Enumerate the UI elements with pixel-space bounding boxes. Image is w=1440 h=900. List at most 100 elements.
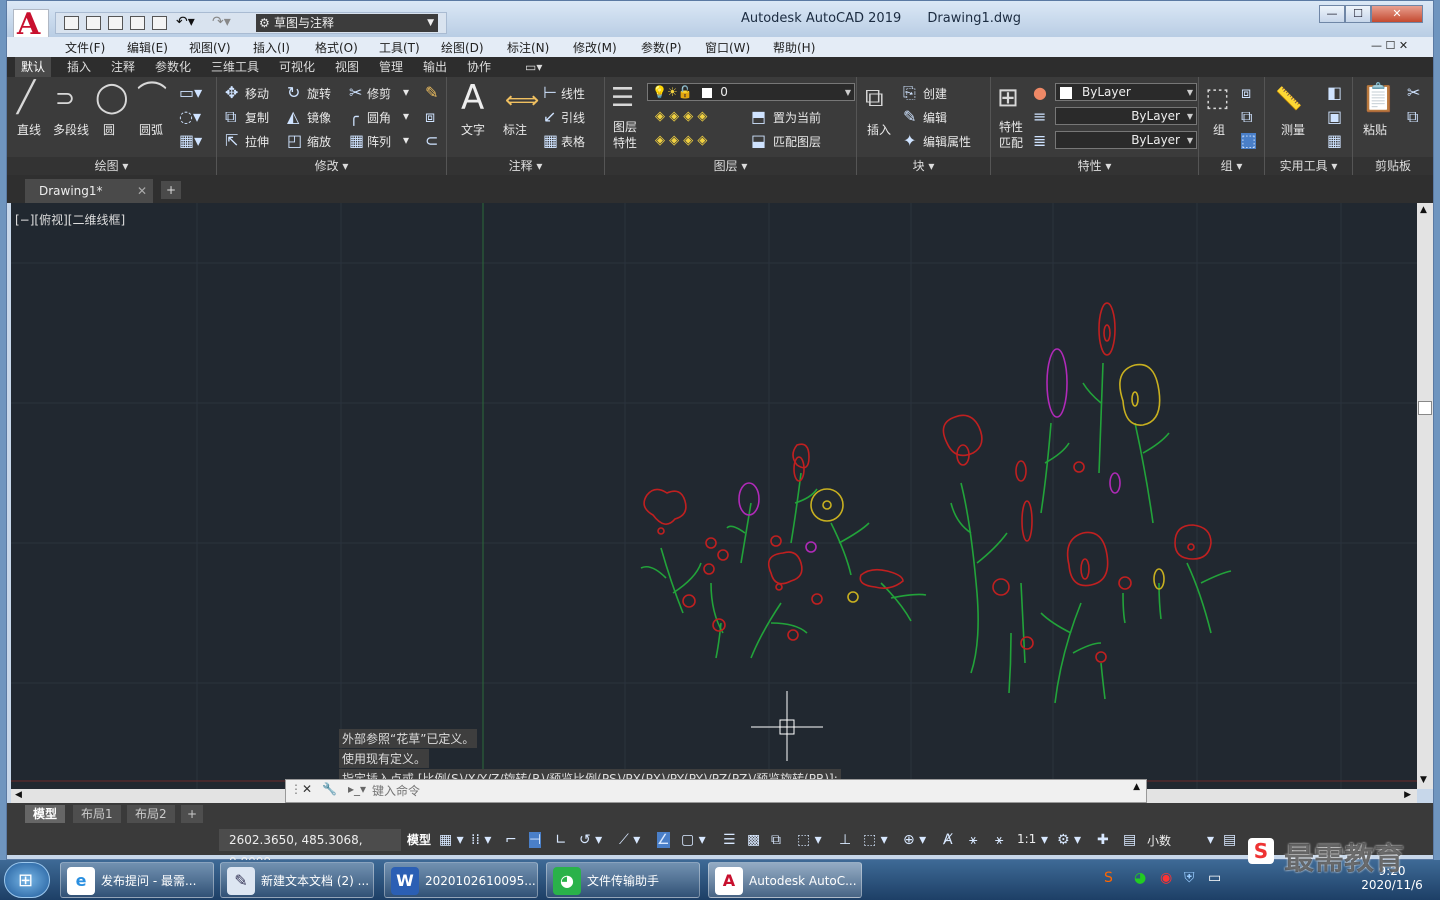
panel-draw-label[interactable]: 绘图 ▾ <box>7 157 216 175</box>
auto-scale-icon[interactable]: ⚹ <box>969 832 977 848</box>
menu-dimension[interactable]: 标注(N) <box>507 39 549 56</box>
isodraft-icon[interactable]: ⟋ ▾ <box>619 832 640 848</box>
menu-parametric[interactable]: 参数(P) <box>641 39 682 56</box>
panel-groups-label[interactable]: 组 ▾ <box>1199 157 1264 175</box>
layer-tools-2-icon[interactable]: ◈ ◈ ◈ ◈ <box>655 133 707 149</box>
command-history-toggle-icon[interactable]: ▲ <box>1133 782 1140 792</box>
paste-button[interactable]: 粘贴 <box>1363 121 1387 138</box>
trim-dropdown[interactable]: ▾ <box>403 85 409 99</box>
minimize-button[interactable]: — <box>1319 5 1345 23</box>
erase-icon[interactable]: ✎ <box>425 85 438 101</box>
document-tab[interactable]: Drawing1* ✕ <box>25 179 153 203</box>
drawing-canvas[interactable]: [−][俯视][二维线框] <box>11 203 1417 789</box>
group-select-icon[interactable]: ⬚ <box>1241 133 1257 149</box>
layout-tab-1[interactable]: 布局1 <box>73 805 121 823</box>
ungroup-icon[interactable]: ⧈ <box>1241 85 1251 101</box>
model-space-button[interactable]: 模型 <box>407 831 431 848</box>
lineweight-display-icon[interactable]: ☰ <box>723 832 736 848</box>
tray-antivirus-icon[interactable]: ◉ <box>1160 870 1172 886</box>
close-button[interactable]: ✕ <box>1371 5 1423 23</box>
linetype-dropdown[interactable]: ByLayer <box>1055 107 1197 125</box>
scroll-down-icon[interactable]: ▼ <box>1420 775 1427 785</box>
tab-insert[interactable]: 插入 <box>61 57 97 77</box>
rectangle-icon[interactable]: ▭▾ <box>179 85 202 101</box>
edit-attributes-button[interactable]: 编辑属性 <box>923 133 971 150</box>
layer-properties-button[interactable]: 图层 特性 <box>613 119 637 151</box>
dimension-button[interactable]: 标注 <box>503 121 527 138</box>
panel-properties-label[interactable]: 特性 ▾ <box>991 157 1198 175</box>
tab-visualize[interactable]: 可视化 <box>273 57 321 77</box>
copy-button[interactable]: 复制 <box>245 109 269 126</box>
save-as-icon[interactable] <box>130 16 145 30</box>
trim-button[interactable]: 修剪 <box>367 85 391 102</box>
scroll-thumb[interactable] <box>1418 401 1432 415</box>
group-edit-icon[interactable]: ⧉ <box>1241 109 1252 125</box>
scale-dropdown-icon[interactable]: ▾ <box>1041 832 1048 848</box>
select-all-icon[interactable]: ▣ <box>1327 109 1342 125</box>
set-current-button[interactable]: 置为当前 <box>773 109 821 126</box>
infer-icon[interactable]: ⌐ <box>505 832 517 848</box>
layout-tab-model[interactable]: 模型 <box>25 805 66 823</box>
match-layer-button[interactable]: 匹配图层 <box>773 133 821 150</box>
grid-icon[interactable]: ▦ ▾ <box>439 832 464 848</box>
annotation-scale-icon[interactable]: ⚹ <box>995 832 1003 848</box>
hatch-icon[interactable]: ◌▾ <box>179 109 201 125</box>
tray-sogou-icon[interactable]: S <box>1104 870 1113 886</box>
measure-button[interactable]: 测量 <box>1281 121 1305 138</box>
panel-annotation-label[interactable]: 注释 ▾ <box>447 157 604 175</box>
color-dropdown[interactable]: ByLayer <box>1055 83 1197 101</box>
tray-shield-icon[interactable]: ⛨ <box>1184 870 1195 886</box>
close-command-icon[interactable]: ✕ <box>302 782 312 796</box>
command-input[interactable] <box>372 783 972 799</box>
fillet-dropdown[interactable]: ▾ <box>403 109 409 123</box>
layout-tab-2[interactable]: 布局2 <box>127 805 175 823</box>
panel-layers-label[interactable]: 图层 ▾ <box>605 157 856 175</box>
menu-insert[interactable]: 插入(I) <box>253 39 290 56</box>
offset-icon[interactable]: ⧈ <box>425 109 435 125</box>
tab-manage[interactable]: 管理 <box>373 57 409 77</box>
boundary-icon[interactable]: ▦▾ <box>179 133 202 149</box>
taskbar-item-word[interactable]: W 2020102610095... <box>384 862 538 898</box>
text-button[interactable]: 文字 <box>461 121 485 138</box>
scroll-up-icon[interactable]: ▲ <box>1420 205 1427 215</box>
workspace-gear-icon[interactable]: ⚙ ▾ <box>1057 832 1081 848</box>
close-tab-icon[interactable]: ✕ <box>137 179 147 203</box>
snap-icon[interactable]: ⁞⁞ ▾ <box>471 832 491 848</box>
new-tab-button[interactable]: + <box>161 181 181 199</box>
tab-view[interactable]: 视图 <box>329 57 365 77</box>
viewport-controls[interactable]: [−][俯视][二维线框] <box>15 211 125 228</box>
transparency-icon[interactable]: ▩ <box>747 832 760 848</box>
fillet-button[interactable]: 圆角 <box>367 109 391 126</box>
insert-block-button[interactable]: 插入 <box>867 121 891 138</box>
object-snap-tracking-icon[interactable]: ∠ <box>657 832 670 848</box>
stretch-button[interactable]: 拉伸 <box>245 133 269 150</box>
menu-help[interactable]: 帮助(H) <box>773 39 815 56</box>
polar-icon[interactable]: ↺ ▾ <box>579 832 602 848</box>
cut-icon[interactable]: ✂ <box>1407 85 1420 101</box>
move-button[interactable]: 移动 <box>245 85 269 102</box>
maximize-button[interactable]: ☐ <box>1345 5 1371 23</box>
save-icon[interactable] <box>108 16 123 30</box>
tray-network-icon[interactable]: ▭ <box>1208 870 1221 886</box>
linear-button[interactable]: 线性 <box>561 85 585 102</box>
workspace-dropdown[interactable]: ⚙ 草图与注释 ▼ <box>256 14 438 32</box>
gizmo-icon[interactable]: ⊕ ▾ <box>903 832 926 848</box>
new-file-icon[interactable] <box>64 16 79 30</box>
annotation-monitor-icon[interactable]: ✚ <box>1097 832 1109 848</box>
doc-window-controls[interactable]: — ☐ ✕ <box>1371 39 1408 52</box>
rotate-button[interactable]: 旋转 <box>307 85 331 102</box>
menu-tools[interactable]: 工具(T) <box>379 39 420 56</box>
tab-3d-tools[interactable]: 三维工具 <box>205 57 265 77</box>
annotation-visibility-icon[interactable]: Ⱥ <box>943 832 953 848</box>
redo-icon[interactable]: ↷▾ <box>212 14 231 30</box>
tab-parametric[interactable]: 参数化 <box>149 57 197 77</box>
units-dropdown-icon[interactable]: ▾ <box>1207 832 1214 848</box>
taskbar-item-browser[interactable]: e 发布提问 - 最需... <box>60 862 214 898</box>
ortho-icon[interactable]: ∟ <box>555 832 567 848</box>
new-layout-button[interactable]: + <box>181 805 204 823</box>
tab-collaborate[interactable]: 协作 <box>461 57 497 77</box>
3d-osnap-icon[interactable]: ⬚ ▾ <box>797 832 822 848</box>
quick-properties-icon[interactable]: ▤ <box>1223 832 1236 848</box>
drag-handle-icon[interactable]: ⋮ <box>290 782 302 796</box>
tab-annotate[interactable]: 注释 <box>105 57 141 77</box>
